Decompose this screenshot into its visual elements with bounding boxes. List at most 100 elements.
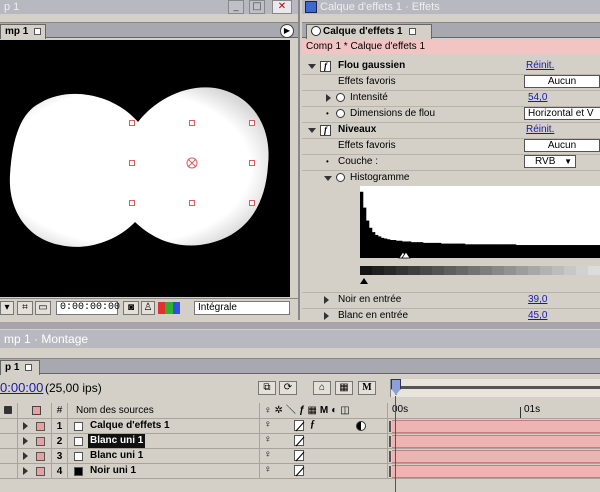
adjustment-layer-switch-icon[interactable] — [356, 421, 366, 431]
layer-av-column[interactable] — [0, 434, 18, 449]
shy-switch-icon[interactable]: ♀ — [264, 464, 272, 475]
snapshot-camera-icon[interactable]: ◙ — [123, 301, 139, 315]
draft-3d-icon[interactable]: ⌂ — [313, 381, 331, 395]
layer-duration-bar[interactable] — [392, 450, 600, 463]
layer-duration-bar[interactable] — [392, 465, 600, 478]
quality-switch-icon[interactable] — [294, 450, 305, 462]
layer-handle[interactable] — [189, 120, 195, 126]
layer-row[interactable]: 4 Noir uni 1 ♀ — [0, 464, 600, 479]
current-time-field[interactable]: 0:00:00:00 — [56, 301, 120, 315]
comp-viewer[interactable] — [0, 40, 290, 297]
effects-tab[interactable]: Calque d'effets 1 — [306, 24, 432, 39]
number-column-header[interactable]: # — [52, 403, 68, 418]
layer-label-color-icon[interactable] — [36, 437, 45, 446]
layer-row[interactable]: 2 Blanc uni 1 ♀ — [0, 434, 600, 449]
motion-blur-icon[interactable]: M — [358, 381, 376, 395]
dimensions-dropdown[interactable]: Horizontal et V — [524, 107, 600, 120]
close-icon[interactable]: ✕ — [272, 0, 292, 14]
reset-link[interactable]: Réinit. — [526, 58, 554, 74]
layer-label-color-icon[interactable] — [36, 452, 45, 461]
layer-in-point-icon[interactable] — [389, 451, 393, 462]
panel-menu-arrow-icon[interactable]: ▶ — [280, 24, 294, 38]
frame-blending-icon[interactable]: ▦ — [335, 381, 353, 395]
source-name-column-header[interactable]: Nom des sources — [68, 403, 260, 418]
playhead-handle-icon[interactable] — [391, 379, 401, 395]
expand-triangle-icon[interactable] — [324, 312, 329, 320]
layer-handle[interactable] — [249, 120, 255, 126]
quality-switch-icon[interactable] — [294, 420, 305, 432]
mask-toggle-icon[interactable]: ▭ — [35, 301, 51, 315]
layer-handle[interactable] — [189, 200, 195, 206]
layer-in-point-icon[interactable] — [389, 466, 393, 477]
collapse-icon[interactable]: ✲ — [275, 405, 286, 416]
expand-triangle-icon[interactable] — [326, 94, 331, 102]
safe-zones-icon[interactable]: ⌗ — [17, 301, 33, 315]
layer-expand-icon[interactable] — [23, 452, 28, 460]
timeline-timecode[interactable]: 0:00:00 — [0, 380, 43, 395]
quality-icon[interactable]: ＼ — [286, 405, 299, 416]
layer-av-column[interactable] — [0, 419, 18, 434]
layer-name-cell[interactable]: Blanc uni 1 — [68, 449, 260, 464]
effect-switch-icon[interactable]: ƒ — [310, 419, 315, 430]
shy-switch-icon[interactable]: ♀ — [264, 434, 272, 445]
quality-switch-icon[interactable] — [294, 465, 305, 477]
fx-toggle-icon[interactable]: f — [320, 125, 331, 136]
tab-menu-icon[interactable] — [34, 27, 42, 35]
favorites-dropdown[interactable]: Aucun — [524, 75, 600, 88]
reset-link[interactable]: Réinit. — [526, 122, 554, 138]
motion-blur-switch-icon[interactable]: M — [320, 405, 331, 416]
tab-menu-icon[interactable] — [408, 27, 416, 35]
shy-icon[interactable]: ♀ — [264, 405, 275, 416]
tab-menu-icon[interactable] — [25, 363, 33, 371]
resolution-dropdown[interactable]: Intégrale — [194, 301, 290, 315]
maximize-icon[interactable]: □ — [249, 0, 265, 14]
layer-duration-bar[interactable] — [392, 420, 600, 433]
favorites-dropdown[interactable]: Aucun — [524, 139, 600, 152]
layer-name-cell[interactable]: Noir uni 1 — [68, 464, 260, 479]
shy-switch-icon[interactable]: ♀ — [264, 449, 272, 460]
input-black-value[interactable]: 39,0 — [528, 292, 547, 308]
layer-row[interactable]: 1 Calque d'effets 1 ♀ ƒ — [0, 419, 600, 434]
layer-name[interactable]: Blanc uni 1 — [88, 449, 145, 463]
stopwatch-icon[interactable] — [336, 173, 345, 182]
adjustment-layer-icon[interactable]: ◐ — [331, 405, 340, 416]
quality-switch-icon[interactable] — [294, 435, 305, 447]
layer-av-column[interactable] — [0, 449, 18, 464]
3d-layer-icon[interactable]: ◫ — [340, 405, 352, 416]
layer-expand-icon[interactable] — [23, 422, 28, 430]
timeline-titlebar[interactable]: mp 1 · Montage — [0, 330, 600, 348]
effect-niveaux[interactable]: f Niveaux Réinit. — [302, 122, 600, 138]
layer-name[interactable]: Blanc uni 1 — [88, 434, 146, 448]
comp-marker-icon[interactable]: ⧉ — [258, 381, 276, 395]
expand-triangle-icon[interactable] — [324, 176, 332, 181]
layer-name-cell[interactable]: Calque d'effets 1 — [68, 419, 260, 434]
channel-color-icon[interactable] — [158, 302, 180, 314]
anchor-point-icon[interactable] — [186, 157, 198, 169]
layer-expand-icon[interactable] — [23, 437, 28, 445]
layer-label-color-icon[interactable] — [36, 422, 45, 431]
layer-expand-icon[interactable] — [23, 467, 28, 475]
intensite-value[interactable]: 54,0 — [528, 90, 547, 106]
layer-row[interactable]: 3 Blanc uni 1 ♀ — [0, 449, 600, 464]
expand-triangle-icon[interactable] — [308, 64, 316, 69]
layer-label-color-icon[interactable] — [36, 467, 45, 476]
layer-handle[interactable] — [129, 160, 135, 166]
expand-triangle-icon[interactable] — [308, 128, 316, 133]
stopwatch-icon[interactable] — [336, 93, 345, 102]
layer-name[interactable]: Noir uni 1 — [88, 464, 138, 478]
timeline-tab[interactable]: p 1 — [0, 360, 40, 375]
comp-tab[interactable]: mp 1 — [0, 24, 46, 39]
layer-handle[interactable] — [129, 120, 135, 126]
layer-in-point-icon[interactable] — [389, 421, 393, 432]
live-update-icon[interactable]: ⟳ — [279, 381, 297, 395]
fx-toggle-icon[interactable]: f — [320, 61, 331, 72]
layer-name[interactable]: Calque d'effets 1 — [88, 419, 172, 433]
work-area-bar[interactable] — [390, 379, 600, 397]
time-ruler[interactable]: 00s 01s — [388, 403, 600, 418]
layer-handle[interactable] — [249, 160, 255, 166]
frame-blend-switch-icon[interactable]: ▦ — [307, 405, 319, 416]
channel-dropdown[interactable]: RVB ▼ — [524, 155, 576, 168]
magnification-dropdown-icon[interactable]: ▾ — [0, 301, 14, 315]
stopwatch-icon[interactable] — [336, 109, 345, 118]
shy-switch-icon[interactable]: ♀ — [264, 419, 272, 430]
